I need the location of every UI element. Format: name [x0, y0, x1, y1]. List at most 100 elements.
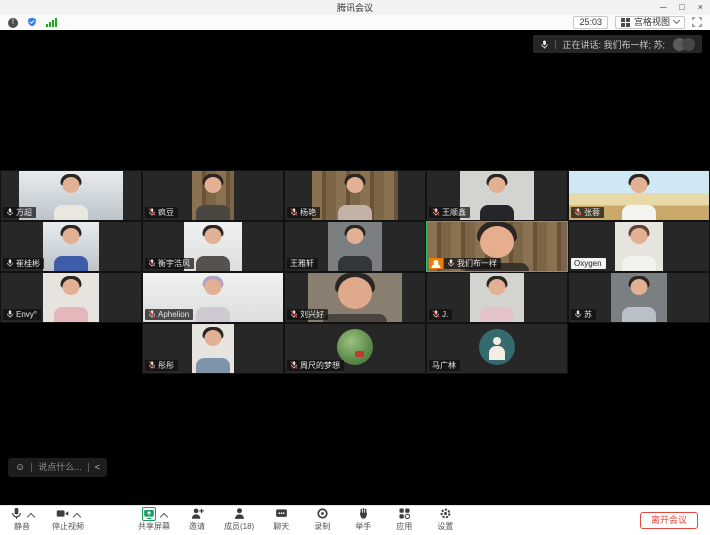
- host-badge-icon: [429, 258, 443, 269]
- participant-video: [192, 324, 234, 373]
- participant-video: [470, 273, 524, 322]
- participant-video: [192, 171, 234, 220]
- participant-tile[interactable]: 张蓉: [568, 170, 710, 221]
- maximize-button[interactable]: □: [679, 3, 684, 12]
- mic-icon: [6, 259, 14, 267]
- participant-tile[interactable]: 万超: [0, 170, 142, 221]
- camera-button[interactable]: 停止视频: [52, 509, 84, 532]
- participant-labelrow: 周尺的梦想: [287, 360, 344, 371]
- mic-button[interactable]: 静音: [8, 509, 36, 532]
- participant-name: 疯豆: [158, 208, 174, 217]
- video-row: 万超 疯豆 杨艳王顺鑫张蓉: [0, 170, 710, 221]
- participant-tile[interactable]: Envy°: [0, 272, 142, 323]
- mic-muted-icon: [432, 310, 440, 318]
- mic-muted-icon: [148, 208, 156, 216]
- toolbar-item-label: 成员(18): [224, 523, 254, 532]
- toolbar-item-label: 录制: [314, 523, 330, 532]
- settings-button[interactable]: 设置: [431, 509, 459, 532]
- participant-tile[interactable]: 衡宇浩风: [142, 221, 284, 272]
- speaker-avatars: [673, 38, 695, 51]
- participant-name-label: 张蓉: [571, 207, 604, 218]
- participant-name-label: 彤彤: [145, 360, 178, 371]
- person-silhouette: [192, 324, 234, 373]
- participant-tile[interactable]: 王雅轩: [284, 221, 426, 272]
- speaker-avatar: [682, 38, 695, 51]
- participant-tile[interactable]: 彤彤: [142, 323, 284, 374]
- meeting-info-icon[interactable]: !: [8, 18, 18, 28]
- participant-tile[interactable]: 疯豆: [142, 170, 284, 221]
- fullscreen-button[interactable]: [692, 14, 702, 32]
- mic-muted-icon: [148, 310, 156, 318]
- participant-video: [312, 171, 398, 220]
- participant-name-label: 万超: [3, 207, 36, 218]
- share-screen-button[interactable]: 共享屏幕: [138, 509, 170, 532]
- participant-labelrow: Aphelion: [145, 309, 193, 320]
- participant-video: [615, 222, 663, 271]
- participant-labelrow: 马广林: [429, 360, 460, 371]
- view-mode-selector[interactable]: 宫格视图: [615, 16, 685, 30]
- toolbar-item-label: 设置: [437, 523, 453, 532]
- participant-name: Aphelion: [158, 310, 189, 319]
- leave-meeting-button[interactable]: 离开会议: [640, 512, 698, 530]
- chat-quick-bar: ☺ 说点什么... <: [8, 458, 107, 477]
- participant-name: 衡宇浩风: [158, 259, 190, 268]
- chevron-up-icon[interactable]: [27, 513, 35, 521]
- chevron-up-icon[interactable]: [159, 513, 167, 521]
- close-button[interactable]: ×: [698, 3, 703, 12]
- participant-name-label: 周尺的梦想: [287, 360, 344, 371]
- minimize-button[interactable]: ─: [660, 3, 666, 12]
- collapse-chat-button[interactable]: <: [95, 463, 100, 472]
- participant-labelrow: 衡宇浩风: [145, 258, 194, 269]
- emoji-icon[interactable]: ☺: [15, 463, 25, 473]
- participant-name-label: Oxygen: [571, 258, 606, 269]
- participant-tile[interactable]: 刘兴好: [284, 272, 426, 323]
- chevron-down-icon: [673, 17, 680, 24]
- speaking-banner-text: 正在讲话: 我们布一样; 苏;: [562, 38, 665, 51]
- participant-video: [328, 222, 382, 271]
- toolbar-item-label: 举手: [355, 523, 371, 532]
- participant-tile[interactable]: 崔桂彬: [0, 221, 142, 272]
- divider: [31, 463, 32, 472]
- participant-tile[interactable]: 王顺鑫: [426, 170, 568, 221]
- mic-muted-icon: [290, 361, 298, 369]
- participant-name: 万超: [16, 208, 32, 217]
- apps-button[interactable]: 应用: [390, 509, 418, 532]
- mic-muted-icon: [148, 259, 156, 267]
- participant-tile[interactable]: 我们布一样: [426, 221, 568, 272]
- participant-tile[interactable]: 杨艳: [284, 170, 426, 221]
- video-grid: 万超 疯豆 杨艳王顺鑫张蓉崔桂彬衡宇浩风 王雅轩 我们布一样 Oxygen Envy° Aph…: [0, 170, 710, 374]
- toolbar-item-label: 应用: [396, 523, 412, 532]
- participant-name: 苏: [584, 310, 592, 319]
- person-silhouette: [470, 273, 524, 322]
- participant-tile[interactable]: Aphelion: [142, 272, 284, 323]
- participant-tile[interactable]: J.: [426, 272, 568, 323]
- person-silhouette: [615, 222, 663, 271]
- record-button[interactable]: 录制: [308, 509, 336, 532]
- participant-name-label: 王雅轩: [287, 258, 318, 269]
- person-silhouette: [43, 273, 99, 322]
- chat-input[interactable]: 说点什么...: [38, 463, 82, 472]
- members-button[interactable]: 成员(18): [224, 509, 254, 532]
- participant-name: 马广林: [432, 361, 456, 370]
- participant-video: [43, 222, 99, 271]
- participant-tile[interactable]: 周尺的梦想: [284, 323, 426, 374]
- grid-view-icon: [621, 18, 630, 27]
- participant-name: 我们布一样: [457, 259, 497, 268]
- raise-hand-button[interactable]: 举手: [349, 509, 377, 532]
- participant-name-label: Envy°: [3, 309, 41, 320]
- participant-tile[interactable]: Oxygen: [568, 221, 710, 272]
- chevron-up-icon[interactable]: [73, 513, 81, 521]
- network-signal-icon[interactable]: [46, 18, 57, 27]
- security-shield-icon[interactable]: [27, 14, 37, 32]
- participant-name-label: 疯豆: [145, 207, 178, 218]
- toolbar-item-label: 聊天: [273, 523, 289, 532]
- chat-button[interactable]: 聊天: [267, 509, 295, 532]
- participant-tile[interactable]: 苏: [568, 272, 710, 323]
- participant-name-label: J.: [429, 309, 452, 320]
- participant-tile[interactable]: 马广林: [426, 323, 568, 374]
- toolbar-left-group: 静音停止视频: [8, 509, 84, 532]
- video-row: 彤彤 周尺的梦想 马广林: [0, 323, 710, 374]
- participant-labelrow: Envy°: [3, 309, 41, 320]
- invite-button[interactable]: 邀请: [183, 509, 211, 532]
- participant-labelrow: 万超: [3, 207, 36, 218]
